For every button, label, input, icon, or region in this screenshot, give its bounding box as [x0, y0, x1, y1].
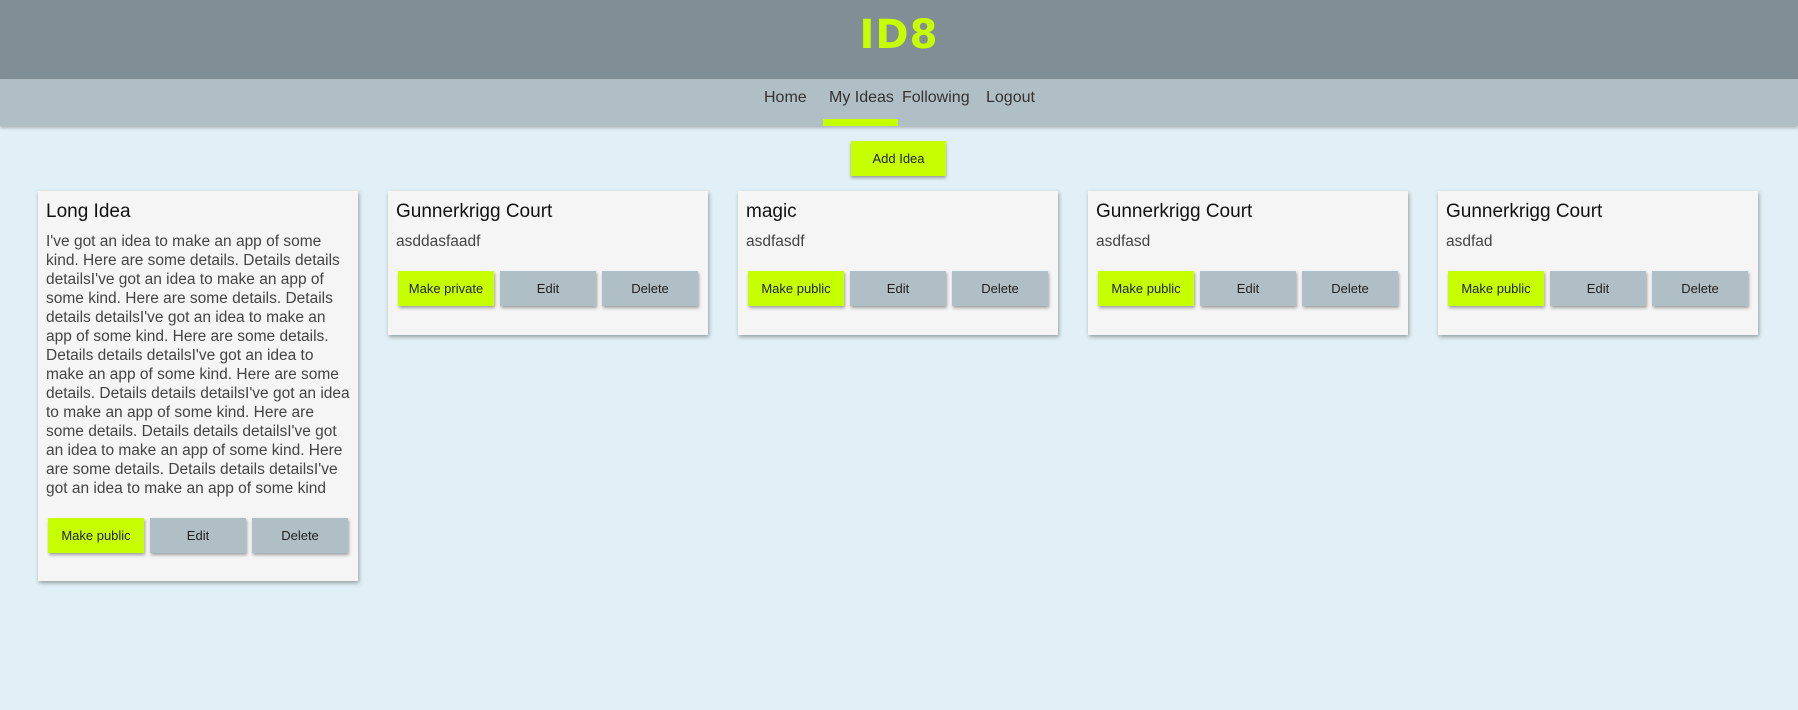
edit-button[interactable]: Edit	[850, 271, 946, 306]
idea-title: Gunnerkrigg Court	[396, 201, 553, 222]
toggle-visibility-button[interactable]: Make public	[748, 271, 844, 306]
idea-card: Gunnerkrigg Court asdfasd Make public Ed…	[1088, 191, 1408, 335]
delete-button[interactable]: Delete	[952, 271, 1048, 306]
idea-details: asdfad	[1446, 233, 1493, 250]
idea-title: magic	[746, 201, 797, 222]
idea-card: Gunnerkrigg Court asdfad Make public Edi…	[1438, 191, 1758, 335]
delete-button[interactable]: Delete	[602, 271, 698, 306]
app-header: ID8	[0, 0, 1798, 79]
nav-active-indicator	[823, 119, 898, 126]
app-logo[interactable]: ID8	[860, 12, 939, 58]
toggle-visibility-button[interactable]: Make private	[398, 271, 494, 306]
delete-button[interactable]: Delete	[1652, 271, 1748, 306]
nav-item-following[interactable]: Following	[902, 89, 970, 107]
edit-button[interactable]: Edit	[1550, 271, 1646, 306]
idea-actions: Make public Edit Delete	[48, 518, 348, 553]
idea-actions: Make public Edit Delete	[1448, 271, 1748, 306]
idea-card: magic asdfasdf Make public Edit Delete	[738, 191, 1058, 335]
idea-details: I've got an idea to make an app of some …	[46, 233, 350, 497]
delete-button[interactable]: Delete	[252, 518, 348, 553]
idea-details: asdfasdf	[746, 233, 805, 250]
idea-title: Gunnerkrigg Court	[1446, 201, 1603, 222]
add-idea-button[interactable]: Add Idea	[851, 141, 946, 176]
edit-button[interactable]: Edit	[1200, 271, 1296, 306]
idea-card: Long Idea I've got an idea to make an ap…	[38, 191, 358, 581]
delete-button[interactable]: Delete	[1302, 271, 1398, 306]
idea-title: Long Idea	[46, 201, 131, 222]
idea-card: Gunnerkrigg Court asddasfaadf Make priva…	[388, 191, 708, 335]
nav-item-logout[interactable]: Logout	[986, 89, 1035, 107]
toggle-visibility-button[interactable]: Make public	[1448, 271, 1544, 306]
idea-details: asdfasd	[1096, 233, 1151, 250]
edit-button[interactable]: Edit	[500, 271, 596, 306]
toggle-visibility-button[interactable]: Make public	[1098, 271, 1194, 306]
idea-title: Gunnerkrigg Court	[1096, 201, 1253, 222]
toggle-visibility-button[interactable]: Make public	[48, 518, 144, 553]
idea-details: asddasfaadf	[396, 233, 481, 250]
idea-actions: Make public Edit Delete	[1098, 271, 1398, 306]
nav-item-my-ideas[interactable]: My Ideas	[829, 89, 894, 107]
idea-actions: Make public Edit Delete	[748, 271, 1048, 306]
nav-bar: Home My Ideas Following Logout	[0, 79, 1798, 126]
nav-item-home[interactable]: Home	[764, 89, 807, 107]
idea-actions: Make private Edit Delete	[398, 271, 698, 306]
edit-button[interactable]: Edit	[150, 518, 246, 553]
